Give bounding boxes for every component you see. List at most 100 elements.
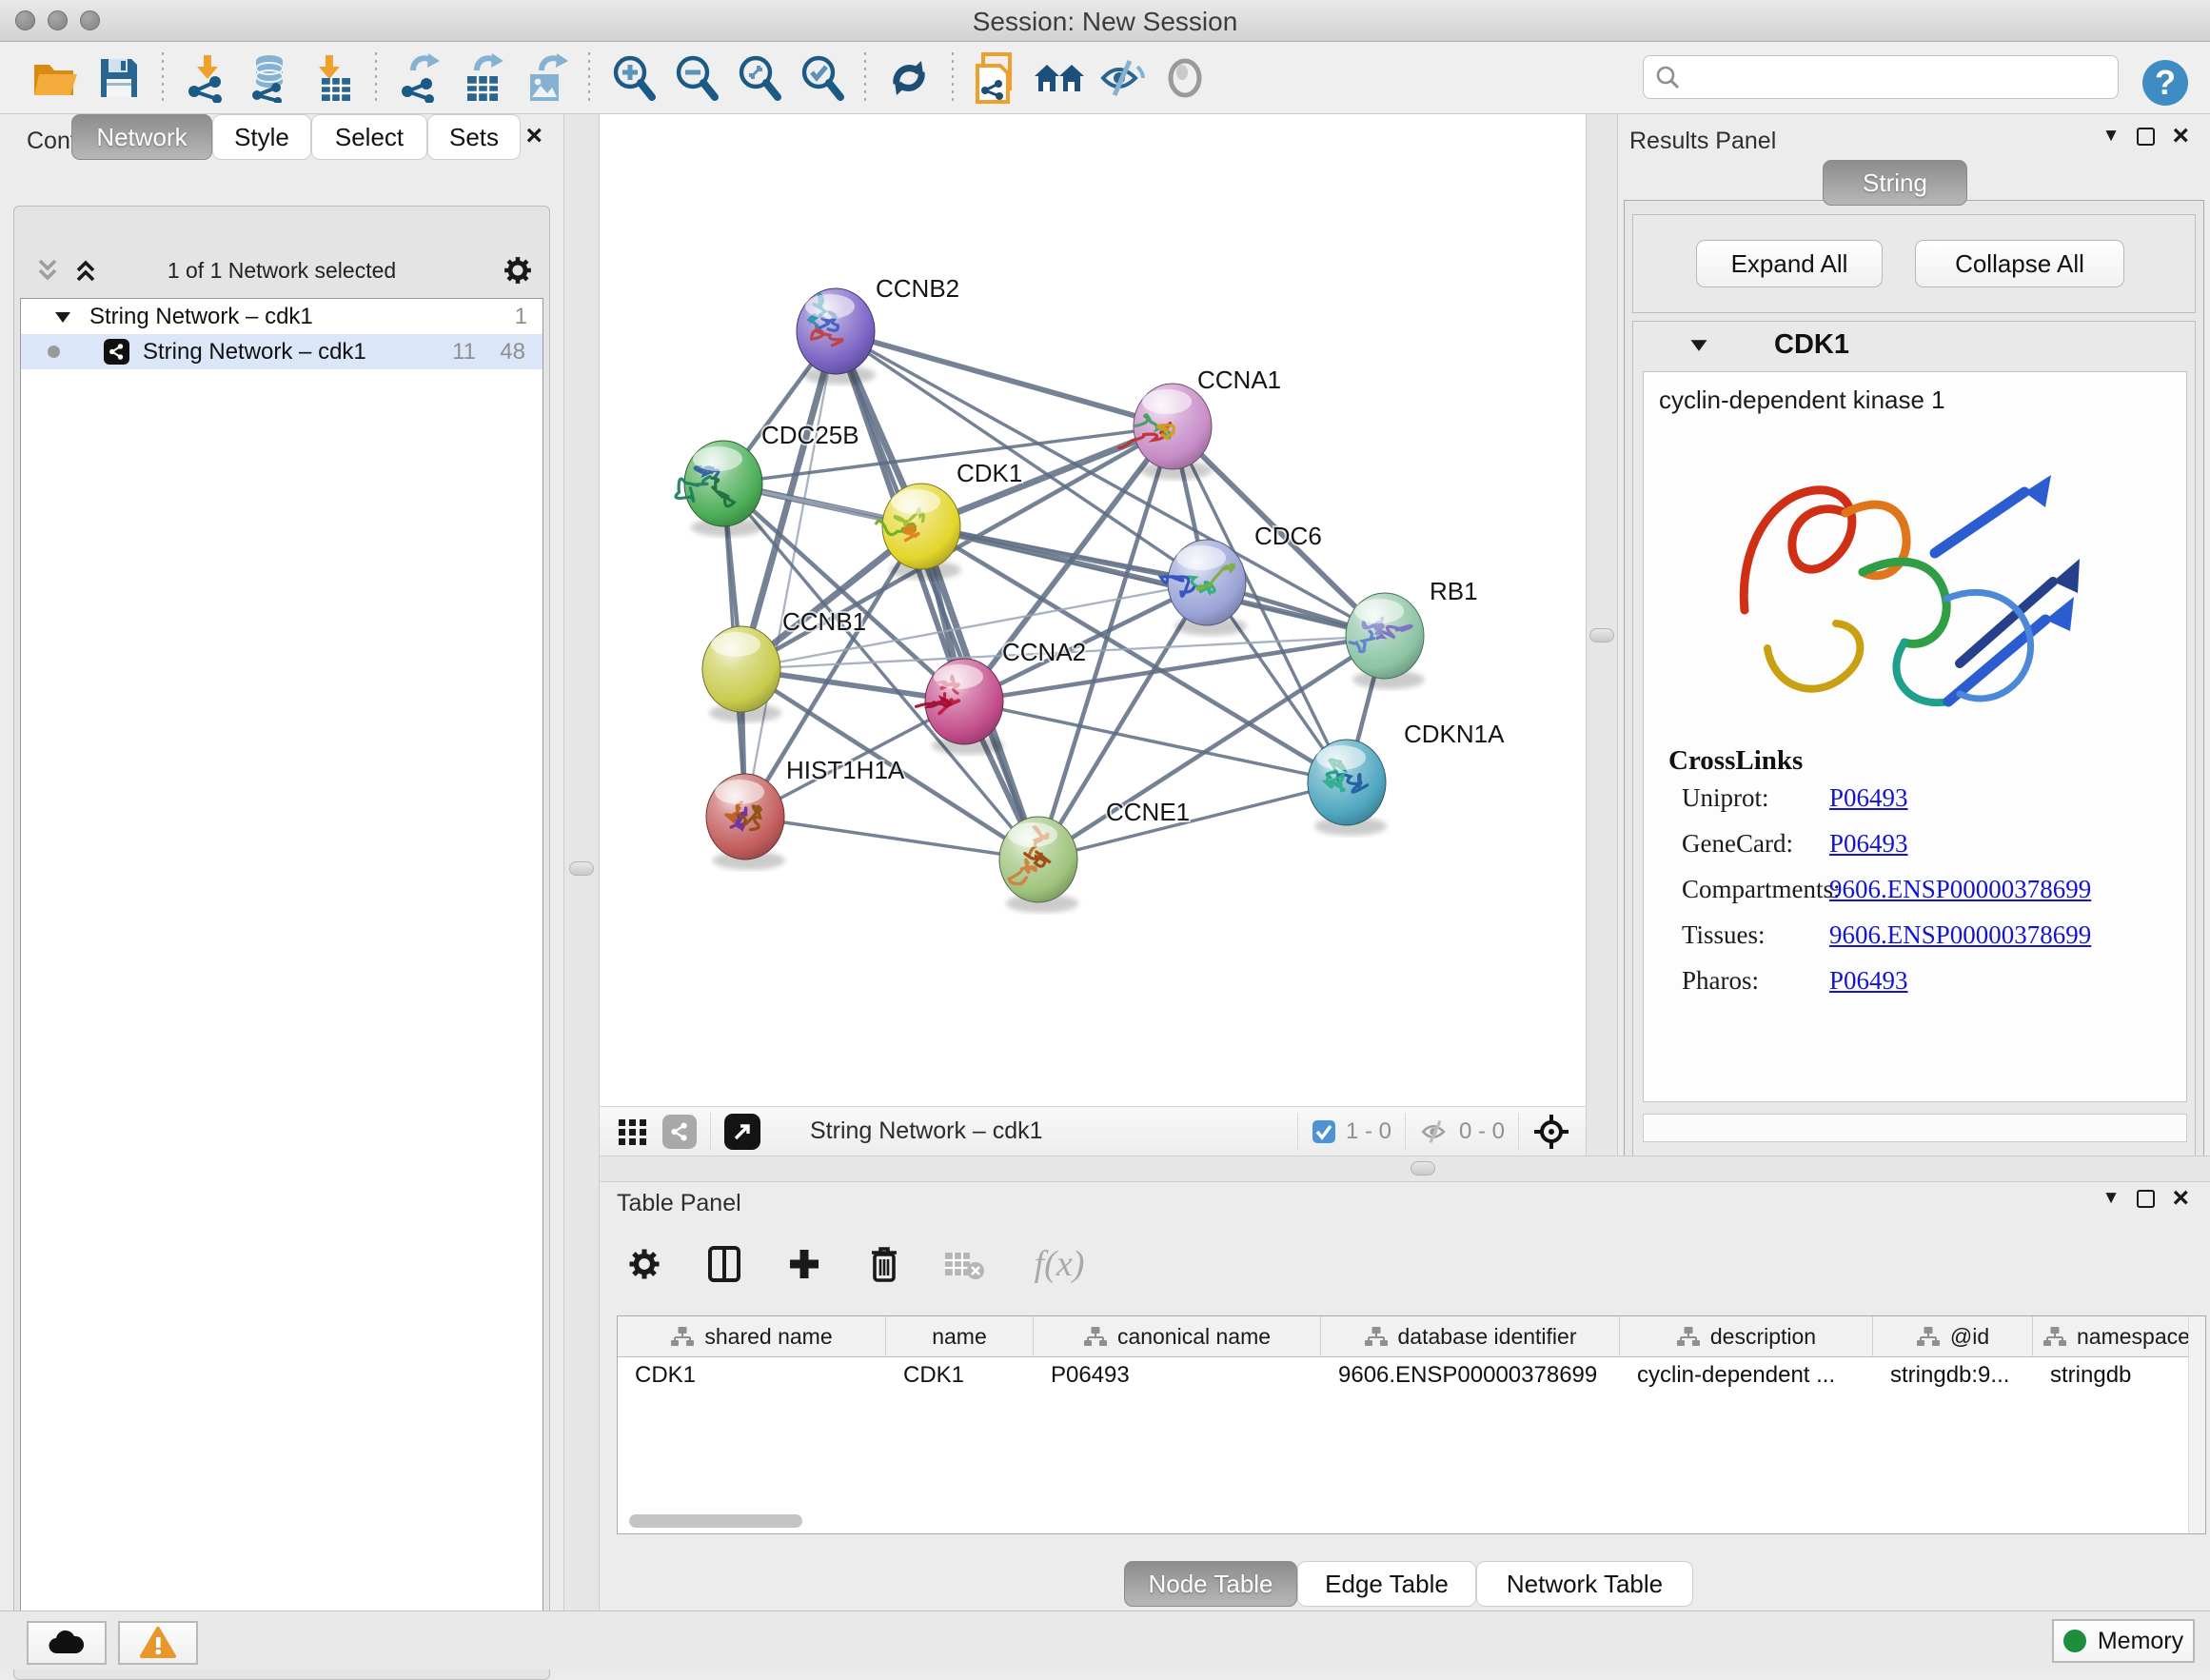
network-edge-CCNA2-CDKN1A[interactable] <box>964 702 1347 782</box>
detach-view-button[interactable] <box>724 1114 760 1150</box>
table-cell[interactable]: stringdb:9... <box>1873 1357 2033 1393</box>
node-label-CDC6: CDC6 <box>1254 522 1322 550</box>
tree-expander-icon[interactable] <box>53 309 72 325</box>
table-cell[interactable]: P06493 <box>1034 1357 1321 1393</box>
export-network-button[interactable] <box>388 49 451 108</box>
control-panel-close-button[interactable]: × <box>525 127 543 146</box>
table-panel-float-button[interactable] <box>2137 1190 2155 1208</box>
tab-select[interactable]: Select <box>311 114 427 160</box>
network-node-CDKN1A[interactable]: CDKN1A <box>1308 720 1505 836</box>
column-header-shared-name[interactable]: shared name <box>618 1316 886 1357</box>
zoom-out-button[interactable] <box>664 49 727 108</box>
tab-sets[interactable]: Sets <box>427 114 521 160</box>
tab-edge-table[interactable]: Edge Table <box>1297 1561 1476 1607</box>
column-header-name[interactable]: name <box>886 1316 1034 1357</box>
results-panel-close-button[interactable]: × <box>2172 127 2189 146</box>
network-node-HIST1H1A[interactable]: HIST1H1A <box>706 756 905 870</box>
network-tree: String Network – cdk1 1 String Network –… <box>20 298 543 1669</box>
results-panel-float-button[interactable] <box>2137 128 2155 146</box>
crosslink-link[interactable]: P06493 <box>1829 783 1908 813</box>
network-tree-root-row[interactable]: String Network – cdk1 1 <box>21 299 543 334</box>
crosslink-link[interactable]: 9606.ENSP00000378699 <box>1829 920 2091 950</box>
column-header-namespace[interactable]: namespace <box>2033 1316 2206 1357</box>
table-cell[interactable]: CDK1 <box>886 1357 1034 1393</box>
right-panel-splitter[interactable] <box>1586 114 1618 1156</box>
crosslink-link[interactable]: P06493 <box>1829 829 1908 859</box>
show-all-button[interactable] <box>1154 49 1216 108</box>
table-cell[interactable]: CDK1 <box>618 1357 886 1393</box>
results-panel-menu-button[interactable]: ▼ <box>2102 126 2121 147</box>
column-header-database-identifier[interactable]: database identifier <box>1321 1316 1620 1357</box>
left-panel-splitter[interactable] <box>563 114 600 1611</box>
import-network-from-database-button[interactable] <box>238 49 301 108</box>
tab-style[interactable]: Style <box>212 114 311 160</box>
column-header--id[interactable]: @id <box>1873 1316 2033 1357</box>
tab-network-table-label: Network Table <box>1507 1570 1663 1599</box>
expand-all-button[interactable]: Expand All <box>1696 240 1883 287</box>
cloud-status-button[interactable] <box>27 1621 107 1665</box>
zoom-in-button[interactable] <box>602 49 664 108</box>
function-builder-button[interactable]: f(x) <box>1016 1236 1102 1292</box>
string-results-container: Expand All Collapse All CDK1 cyclin-depe… <box>1624 200 2204 1228</box>
save-session-button[interactable] <box>88 49 150 108</box>
export-image-button[interactable] <box>514 49 577 108</box>
table-cell[interactable]: 9606.ENSP00000378699 <box>1321 1357 1620 1393</box>
delete-column-button[interactable] <box>857 1236 912 1292</box>
network-view-icon[interactable] <box>662 1115 697 1149</box>
column-header-canonical-name[interactable]: canonical name <box>1034 1316 1321 1357</box>
splitter-grip[interactable] <box>569 861 594 876</box>
import-network-button[interactable] <box>175 49 238 108</box>
database-import-icon <box>244 53 295 103</box>
splitter-grip[interactable] <box>1411 1161 1435 1176</box>
add-column-button[interactable] <box>777 1236 832 1292</box>
import-table-button[interactable] <box>301 49 364 108</box>
network-node-CCNE1[interactable]: CCNE1 <box>999 798 1190 913</box>
apply-layout-button[interactable] <box>878 49 940 108</box>
network-canvas[interactable]: CCNB2CCNA1CDC25BCDK1CDC6RB1CCNB1CCNA2CDK… <box>600 114 1586 1106</box>
open-session-button[interactable] <box>25 49 88 108</box>
table-settings-button[interactable] <box>617 1236 672 1292</box>
collapse-all-button[interactable]: Collapse All <box>1915 240 2124 287</box>
table-panel-menu-button[interactable]: ▼ <box>2102 1188 2121 1209</box>
tab-network-table[interactable]: Network Table <box>1476 1561 1693 1607</box>
zoom-selected-button[interactable] <box>790 49 853 108</box>
grid-view-icon[interactable] <box>617 1116 649 1148</box>
splitter-grip[interactable] <box>1589 628 1614 642</box>
table-horizontal-scrollbar[interactable] <box>629 1514 802 1528</box>
delete-table-button[interactable] <box>937 1236 992 1292</box>
table-panel-splitter[interactable] <box>600 1156 2210 1182</box>
network-node-CCNB2[interactable]: CCNB2 <box>797 274 959 385</box>
network-edge-CCNB2-CCNA1[interactable] <box>836 331 1173 426</box>
table-vertical-scrollbar[interactable] <box>2188 1316 2205 1533</box>
tab-string[interactable]: String <box>1823 160 1967 206</box>
birds-eye-crosshair-icon[interactable] <box>1532 1113 1570 1151</box>
crosslink-link[interactable]: 9606.ENSP00000378699 <box>1829 875 2091 904</box>
selected-counts: 1 - 0 <box>1346 1118 1391 1145</box>
crosslink-link[interactable]: P06493 <box>1829 966 1908 996</box>
export-table-button[interactable] <box>451 49 514 108</box>
show-columns-button[interactable] <box>697 1236 752 1292</box>
warnings-button[interactable] <box>118 1621 198 1665</box>
network-edge-HIST1H1A-CCNE1[interactable] <box>745 817 1038 860</box>
search-input[interactable] <box>1687 64 2106 90</box>
table-panel-close-button[interactable]: × <box>2172 1189 2189 1208</box>
network-tree-row-selected[interactable]: String Network – cdk1 11 48 <box>21 334 543 369</box>
network-edge-CDKN1A-CCNE1[interactable] <box>1038 782 1347 860</box>
column-label: @id <box>1950 1324 1989 1350</box>
gear-icon[interactable] <box>502 254 534 287</box>
clone-network-button[interactable] <box>965 49 1028 108</box>
zoom-fit-button[interactable] <box>727 49 790 108</box>
table-cell[interactable]: stringdb <box>2033 1357 2206 1393</box>
selected-checkbox-icon[interactable] <box>1312 1119 1336 1144</box>
tab-node-table[interactable]: Node Table <box>1124 1561 1297 1607</box>
tab-network[interactable]: Network <box>71 114 212 160</box>
table-cell[interactable]: cyclin-dependent ... <box>1620 1357 1873 1393</box>
crosslink-row: Compartments:9606.ENSP00000378699 <box>1644 875 2186 920</box>
column-header-description[interactable]: description <box>1620 1316 1873 1357</box>
first-neighbors-button[interactable] <box>1028 49 1091 108</box>
network-node-RB1[interactable]: RB1 <box>1346 577 1478 689</box>
help-button[interactable]: ? <box>2134 53 2197 112</box>
memory-button[interactable]: Memory <box>2052 1619 2195 1663</box>
hide-selected-button[interactable] <box>1091 49 1154 108</box>
section-collapse-icon[interactable] <box>1688 337 1709 353</box>
